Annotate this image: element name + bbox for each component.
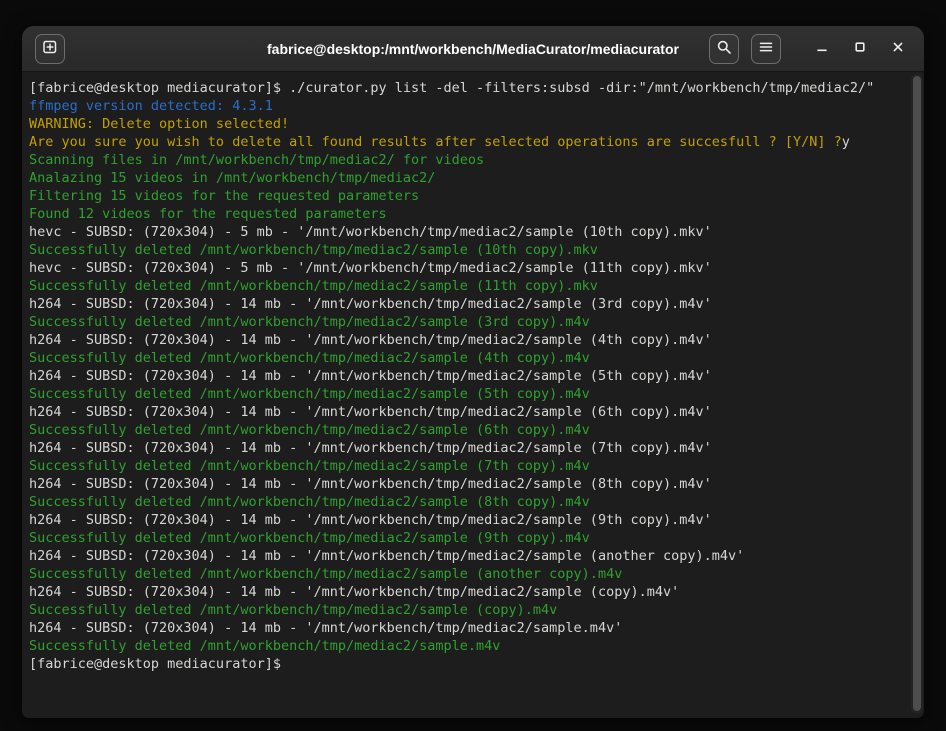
terminal-line: Are you sure you wish to delete all foun… xyxy=(29,133,908,151)
maximize-button[interactable] xyxy=(847,36,873,62)
terminal-line: Analazing 15 videos in /mnt/workbench/tm… xyxy=(29,169,908,187)
terminal-line: h264 - SUBSD: (720x304) - 14 mb - '/mnt/… xyxy=(29,547,908,565)
minimize-button[interactable] xyxy=(809,36,835,62)
titlebar: fabrice@desktop:/mnt/workbench/MediaCura… xyxy=(22,26,924,72)
new-tab-button[interactable] xyxy=(35,34,65,64)
terminal-window: fabrice@desktop:/mnt/workbench/MediaCura… xyxy=(22,26,924,718)
minimize-icon xyxy=(814,39,830,58)
terminal-line: h264 - SUBSD: (720x304) - 14 mb - '/mnt/… xyxy=(29,331,908,349)
scrollbar-thumb[interactable] xyxy=(913,76,921,711)
terminal-line: Successfully deleted /mnt/workbench/tmp/… xyxy=(29,349,908,367)
terminal-line: Successfully deleted /mnt/workbench/tmp/… xyxy=(29,421,908,439)
search-icon xyxy=(716,39,732,58)
scrollbar[interactable] xyxy=(911,74,923,714)
terminal-line: Scanning files in /mnt/workbench/tmp/med… xyxy=(29,151,908,169)
terminal-line: hevc - SUBSD: (720x304) - 5 mb - '/mnt/w… xyxy=(29,259,908,277)
terminal-line: h264 - SUBSD: (720x304) - 14 mb - '/mnt/… xyxy=(29,475,908,493)
terminal-line: h264 - SUBSD: (720x304) - 14 mb - '/mnt/… xyxy=(29,439,908,457)
close-button[interactable] xyxy=(885,36,911,62)
terminal-line: Successfully deleted /mnt/workbench/tmp/… xyxy=(29,565,908,583)
terminal-line: Successfully deleted /mnt/workbench/tmp/… xyxy=(29,277,908,295)
maximize-icon xyxy=(852,39,868,58)
hamburger-menu-icon xyxy=(758,39,774,58)
terminal-line: h264 - SUBSD: (720x304) - 14 mb - '/mnt/… xyxy=(29,583,908,601)
terminal-line: Successfully deleted /mnt/workbench/tmp/… xyxy=(29,529,908,547)
terminal-line: Successfully deleted /mnt/workbench/tmp/… xyxy=(29,637,908,655)
terminal-line: Found 12 videos for the requested parame… xyxy=(29,205,908,223)
terminal-line: [fabrice@desktop mediacurator]$ xyxy=(29,655,908,673)
terminal-line: ffmpeg version detected: 4.3.1 xyxy=(29,97,908,115)
window-title: fabrice@desktop:/mnt/workbench/MediaCura… xyxy=(267,41,679,57)
menu-button[interactable] xyxy=(751,34,781,64)
terminal-line: h264 - SUBSD: (720x304) - 14 mb - '/mnt/… xyxy=(29,367,908,385)
terminal-line: Successfully deleted /mnt/workbench/tmp/… xyxy=(29,457,908,475)
titlebar-controls xyxy=(709,34,911,64)
terminal-line: Filtering 15 videos for the requested pa… xyxy=(29,187,908,205)
terminal-line: h264 - SUBSD: (720x304) - 14 mb - '/mnt/… xyxy=(29,295,908,313)
terminal-line: [fabrice@desktop mediacurator]$ ./curato… xyxy=(29,79,908,97)
search-button[interactable] xyxy=(709,34,739,64)
terminal-line: Successfully deleted /mnt/workbench/tmp/… xyxy=(29,241,908,259)
terminal-line: WARNING: Delete option selected! xyxy=(29,115,908,133)
terminal-line: h264 - SUBSD: (720x304) - 14 mb - '/mnt/… xyxy=(29,511,908,529)
terminal-line: h264 - SUBSD: (720x304) - 14 mb - '/mnt/… xyxy=(29,619,908,637)
terminal-output[interactable]: [fabrice@desktop mediacurator]$ ./curato… xyxy=(22,72,924,718)
terminal-line: Successfully deleted /mnt/workbench/tmp/… xyxy=(29,385,908,403)
titlebar-left xyxy=(35,34,65,64)
terminal-line: Successfully deleted /mnt/workbench/tmp/… xyxy=(29,493,908,511)
close-icon xyxy=(890,39,906,58)
terminal-line: hevc - SUBSD: (720x304) - 5 mb - '/mnt/w… xyxy=(29,223,908,241)
terminal-line: h264 - SUBSD: (720x304) - 14 mb - '/mnt/… xyxy=(29,403,908,421)
desktop-background: fabrice@desktop:/mnt/workbench/MediaCura… xyxy=(0,0,946,731)
new-tab-icon xyxy=(42,39,58,58)
terminal-line: Successfully deleted /mnt/workbench/tmp/… xyxy=(29,601,908,619)
terminal-line: Successfully deleted /mnt/workbench/tmp/… xyxy=(29,313,908,331)
